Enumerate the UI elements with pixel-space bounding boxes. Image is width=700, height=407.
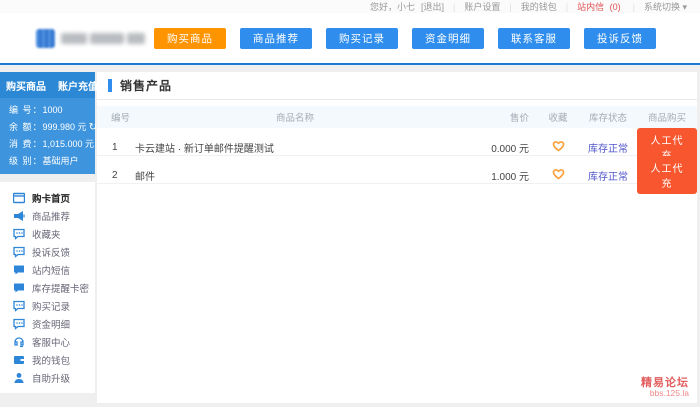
sidebar-item-site-sms[interactable]: 站内短信 [0, 261, 95, 279]
account-settings-link[interactable]: 账户设置 [464, 2, 500, 12]
balance-label: 余 额： [9, 122, 43, 132]
person-icon [13, 372, 25, 384]
row-no: 2 [97, 170, 133, 181]
section-title: 销售产品 [120, 77, 172, 94]
manual-recharge-button[interactable]: 人工代充 [637, 156, 697, 194]
comment-icon [13, 246, 25, 258]
stock-status-link[interactable]: 库存正常 [588, 144, 628, 155]
nav-contact-support-button[interactable]: 联系客服 [498, 28, 570, 49]
site-mail-count: (0) [610, 2, 621, 12]
chat-filled-icon [13, 264, 25, 276]
sidebar-item-complaint[interactable]: 投诉反馈 [0, 243, 95, 261]
table-row: 1 卡云建站 · 新订单邮件提醒测试 0.000 元 库存正常 人工代充 [97, 128, 697, 156]
account-no-label: 编 号： [9, 105, 43, 115]
megaphone-icon [13, 210, 25, 222]
col-price: 售价 [457, 110, 537, 124]
level-value: 基础用户 [43, 156, 79, 166]
sidebar-item-stock-remind[interactable]: 库存提醒卡密 [0, 279, 95, 297]
product-price: 1.000 元 [457, 168, 537, 183]
section-accent-bar [108, 79, 112, 92]
row-no: 1 [97, 142, 133, 153]
site-mail-link[interactable]: 站内信 [577, 2, 604, 12]
header: 购买商品 商品推荐 购买记录 资金明细 联系客服 投诉反馈 [0, 13, 700, 63]
greeting-text: 您好，小七 [370, 0, 415, 13]
wallet-icon [13, 354, 25, 366]
content: 购买商品 账户充值 编 号：1000 余 额：999.980 元↻ 消 费：1,… [0, 65, 700, 407]
nav-funds-detail-button[interactable]: 资金明细 [412, 28, 484, 49]
sidebar-item-funds-detail[interactable]: 资金明细 [0, 315, 95, 333]
logout-link[interactable]: [退出] [421, 2, 444, 12]
main-nav: 购买商品 商品推荐 购买记录 资金明细 联系客服 投诉反馈 [154, 28, 656, 49]
nav-complaint-feedback-button[interactable]: 投诉反馈 [584, 28, 656, 49]
refresh-balance-icon[interactable]: ↻ [89, 122, 97, 133]
card-home-icon [13, 192, 25, 204]
table-row: 2 邮件 1.000 元 库存正常 人工代充 [97, 156, 697, 184]
logo [36, 29, 146, 48]
product-name: 卡云建站 · 新订单邮件提醒测试 [133, 140, 457, 155]
forum-watermark: 精易论坛 bbs.125.la [641, 377, 689, 399]
sidebar-tabs: 购买商品 账户充值 [0, 72, 95, 98]
col-no: 编号 [97, 110, 133, 124]
balance-value: 999.980 元 [43, 122, 87, 132]
watermark-url: bbs.125.la [641, 389, 689, 399]
nav-purchase-records-button[interactable]: 购买记录 [326, 28, 398, 49]
chat-filled-icon [13, 282, 25, 294]
heart-icon[interactable] [552, 140, 565, 152]
account-no-value: 1000 [43, 105, 63, 115]
sidebar-item-self-upgrade[interactable]: 自助升级 [0, 369, 95, 387]
consumed-value: 1,015.000 元 [43, 139, 95, 149]
main-panel: 销售产品 编号 商品名称 售价 收藏 库存状态 商品购买 1 卡云建站 · 新订… [97, 72, 697, 403]
sidebar-item-favorites[interactable]: 收藏夹 [0, 225, 95, 243]
sidebar-tab-buy[interactable]: 购买商品 [0, 78, 52, 93]
level-label: 级 别： [9, 156, 43, 166]
topbar: 您好，小七 [退出] | 账户设置 | 我的钱包 | 站内信 (0) | 系统切… [0, 0, 700, 13]
stock-status-link[interactable]: 库存正常 [588, 172, 628, 183]
nav-buy-products-button[interactable]: 购买商品 [154, 28, 226, 49]
logo-blurred-text [61, 33, 145, 44]
col-favorite: 收藏 [537, 110, 579, 124]
comment-icon [13, 228, 25, 240]
product-price: 0.000 元 [457, 140, 537, 155]
sidebar-item-card-home[interactable]: 购卡首页 [0, 189, 95, 207]
product-name: 邮件 [133, 168, 457, 183]
system-switch-link[interactable]: 系统切换 ▾ [644, 2, 687, 12]
sidebar-item-purchase-records[interactable]: 购买记录 [0, 297, 95, 315]
my-wallet-link[interactable]: 我的钱包 [521, 2, 557, 12]
logo-icon [36, 29, 55, 48]
col-name: 商品名称 [133, 110, 457, 124]
table-header: 编号 商品名称 售价 收藏 库存状态 商品购买 [97, 106, 697, 128]
sidebar-item-recommend[interactable]: 商品推荐 [0, 207, 95, 225]
comment-icon [13, 318, 25, 330]
col-stock: 库存状态 [579, 110, 637, 124]
sidebar-item-my-wallet[interactable]: 我的钱包 [0, 351, 95, 369]
sidebar-account-panel: 编 号：1000 余 额：999.980 元↻ 消 费：1,015.000 元 … [0, 98, 95, 174]
col-buy: 商品购买 [637, 110, 697, 124]
heart-icon[interactable] [552, 168, 565, 180]
sidebar-item-support-center[interactable]: 客服中心 [0, 333, 95, 351]
sidebar-menu: 购卡首页 商品推荐 收藏夹 投诉反馈 站内短信 [0, 182, 95, 393]
consumed-label: 消 费： [9, 139, 43, 149]
comment-icon [13, 300, 25, 312]
section-header: 销售产品 [97, 72, 697, 100]
sidebar: 购买商品 账户充值 编 号：1000 余 额：999.980 元↻ 消 费：1,… [0, 72, 95, 393]
headset-icon [13, 336, 25, 348]
nav-product-recommend-button[interactable]: 商品推荐 [240, 28, 312, 49]
